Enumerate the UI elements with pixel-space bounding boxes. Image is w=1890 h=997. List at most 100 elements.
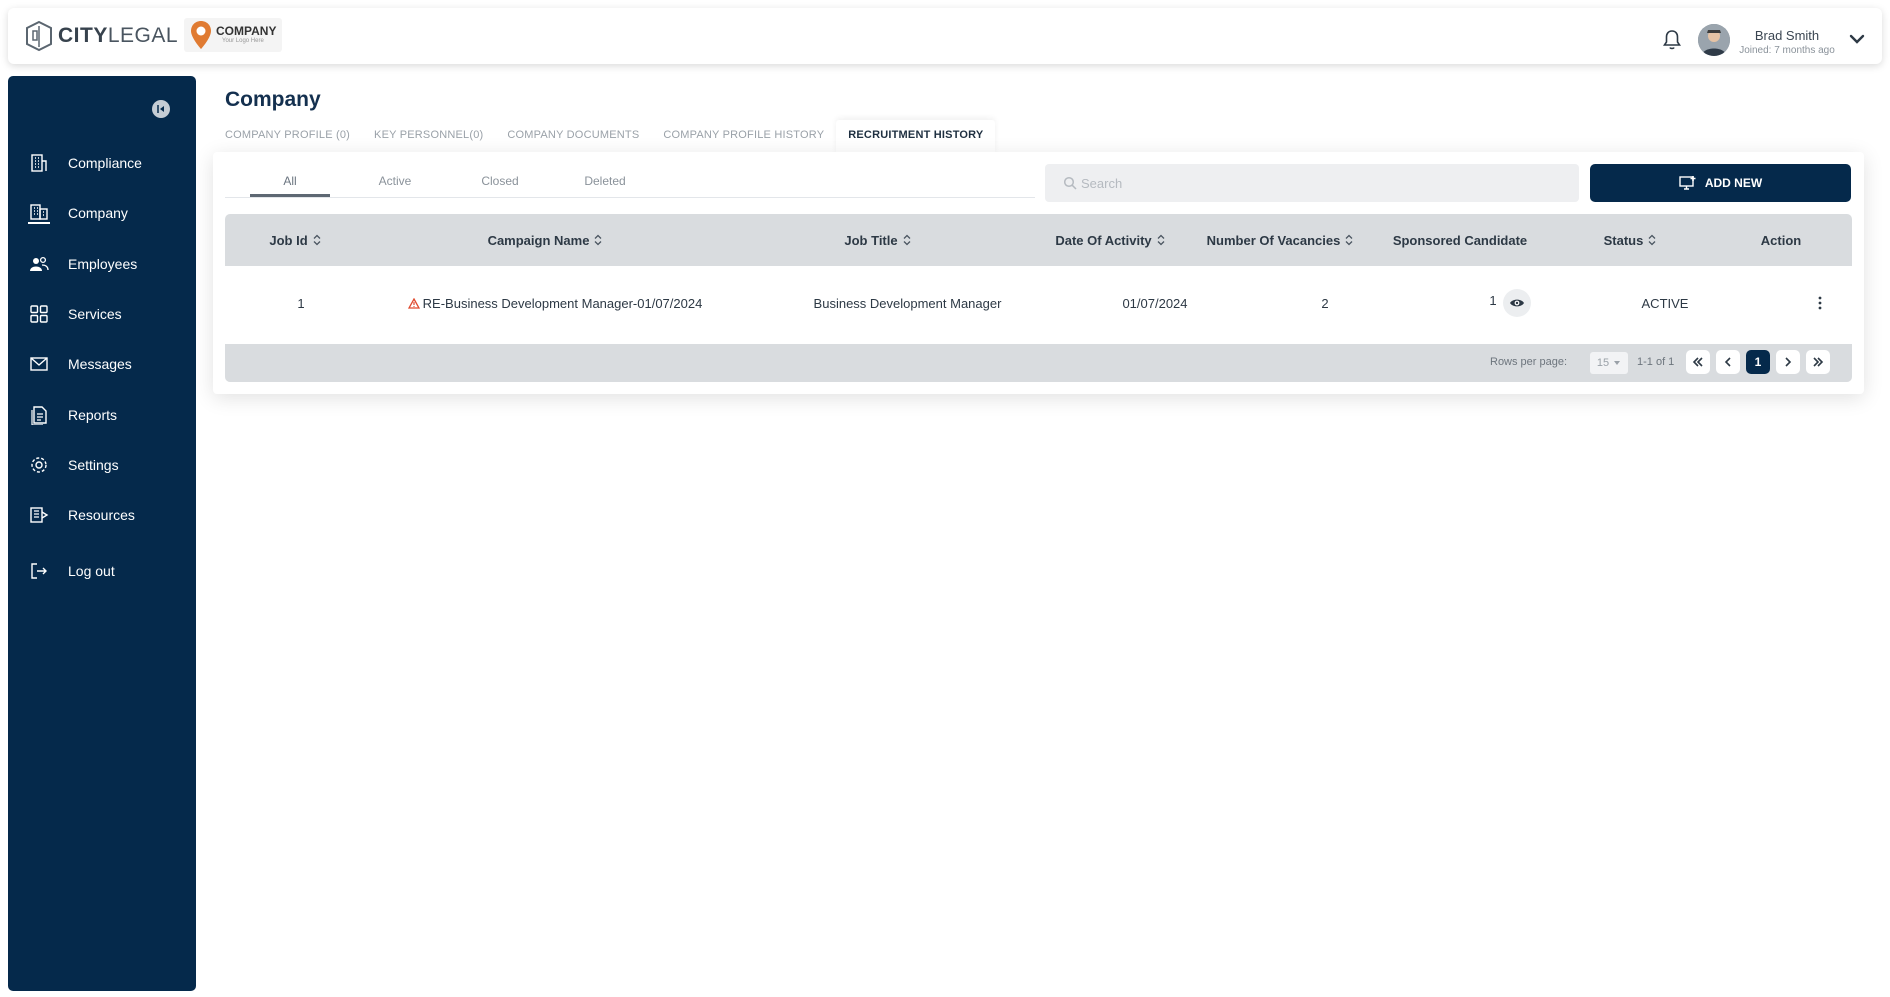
tab-key-personnel[interactable]: KEY PERSONNEL(0) bbox=[362, 120, 495, 154]
top-bar: CITYLEGAL COMPANY Your Logo Here Brad Sm… bbox=[8, 8, 1882, 64]
search-icon bbox=[1063, 176, 1077, 190]
col-sponsored-candidate: Sponsored Candidate bbox=[1370, 214, 1550, 266]
sidebar-item-label: Employees bbox=[68, 256, 138, 272]
kebab-menu-icon bbox=[1818, 296, 1822, 310]
collapse-sidebar-button[interactable] bbox=[152, 100, 170, 118]
chevron-left-icon bbox=[1724, 357, 1731, 367]
filter-active[interactable]: Active bbox=[355, 166, 435, 197]
sidebar-item-label: Messages bbox=[68, 356, 132, 372]
sidebar-item-logout[interactable]: Log out bbox=[28, 558, 115, 584]
citylegal-logo[interactable]: CITYLEGAL bbox=[24, 16, 178, 56]
company-logo: COMPANY Your Logo Here bbox=[184, 18, 283, 52]
cell-campaign-name[interactable]: RE-Business Development Manager-01/07/20… bbox=[365, 266, 745, 340]
tab-company-profile[interactable]: COMPANY PROFILE (0) bbox=[213, 120, 362, 154]
add-screen-icon bbox=[1679, 176, 1696, 190]
tab-bar: COMPANY PROFILE (0) KEY PERSONNEL(0) COM… bbox=[213, 120, 996, 154]
eye-icon bbox=[1509, 299, 1524, 307]
rows-per-page-label: Rows per page: bbox=[1490, 356, 1568, 368]
col-action: Action bbox=[1710, 214, 1852, 266]
col-number-of-vacancies-label: Number Of Vacancies bbox=[1206, 232, 1341, 248]
chevron-down-icon[interactable] bbox=[1848, 30, 1866, 48]
sort-icon bbox=[903, 234, 911, 246]
sidebar: Compliance Company Employees Services Me… bbox=[8, 76, 196, 991]
filter-closed[interactable]: Closed bbox=[460, 166, 540, 197]
last-page-button[interactable] bbox=[1806, 350, 1830, 374]
user-name: Brad Smith bbox=[1754, 28, 1820, 43]
table-row[interactable]: 1 RE-Business Development Manager-01/07/… bbox=[225, 266, 1852, 340]
gear-icon bbox=[28, 454, 50, 476]
col-job-id-label: Job Id bbox=[269, 232, 308, 248]
recruitment-history-panel: All Active Closed Deleted ADD NEW Job Id… bbox=[213, 152, 1864, 394]
employees-icon bbox=[28, 253, 50, 275]
brand-name: CITYLEGAL bbox=[58, 24, 179, 47]
add-new-label: ADD NEW bbox=[1704, 176, 1763, 190]
next-page-button[interactable] bbox=[1776, 350, 1800, 374]
sidebar-item-settings[interactable]: Settings bbox=[28, 452, 119, 478]
rows-per-page-select[interactable]: 15 bbox=[1590, 352, 1628, 374]
sidebar-item-reports[interactable]: Reports bbox=[28, 402, 117, 428]
col-job-title[interactable]: Job Title bbox=[725, 214, 1030, 266]
pagination-range: 1-1 of 1 bbox=[1637, 356, 1675, 368]
company-buildings-icon bbox=[28, 202, 50, 224]
sidebar-item-label: Company bbox=[68, 205, 128, 221]
table-footer: Rows per page: 15 1-1 of 1 1 bbox=[225, 344, 1852, 382]
page-title: Company bbox=[225, 88, 321, 111]
location-pin-icon bbox=[191, 21, 211, 49]
tab-company-profile-history[interactable]: COMPANY PROFILE HISTORY bbox=[651, 120, 836, 154]
previous-page-button[interactable] bbox=[1716, 350, 1740, 374]
col-job-title-label: Job Title bbox=[844, 232, 898, 248]
chevron-right-icon bbox=[1785, 357, 1792, 367]
logout-icon bbox=[28, 560, 50, 582]
notification-bell-icon[interactable] bbox=[1660, 28, 1684, 52]
col-status[interactable]: Status bbox=[1550, 214, 1710, 266]
company-logo-tagline: Your Logo Here bbox=[222, 38, 264, 44]
sidebar-item-compliance[interactable]: Compliance bbox=[28, 150, 142, 176]
sidebar-item-resources[interactable]: Resources bbox=[28, 502, 135, 528]
tab-company-documents[interactable]: COMPANY DOCUMENTS bbox=[495, 120, 651, 154]
page-1-button[interactable]: 1 bbox=[1746, 350, 1770, 374]
sort-icon bbox=[1157, 234, 1165, 246]
sort-icon bbox=[1345, 234, 1353, 246]
add-new-button[interactable]: ADD NEW bbox=[1590, 164, 1851, 202]
sort-icon bbox=[594, 234, 602, 246]
col-campaign-name[interactable]: Campaign Name bbox=[365, 214, 725, 266]
sponsored-count: 1 bbox=[1489, 292, 1497, 308]
sidebar-item-messages[interactable]: Messages bbox=[28, 351, 132, 377]
campaign-name-text: RE-Business Development Manager-01/07/20… bbox=[422, 295, 703, 311]
tab-recruitment-history[interactable]: RECRUITMENT HISTORY bbox=[836, 120, 996, 154]
filter-all[interactable]: All bbox=[250, 166, 330, 197]
double-chevron-left-icon bbox=[1692, 357, 1703, 367]
filter-deleted[interactable]: Deleted bbox=[565, 166, 645, 197]
table-header: Job Id Campaign Name Job Title Date Of A… bbox=[225, 214, 1852, 266]
citylegal-logo-icon bbox=[26, 20, 52, 52]
search-input[interactable] bbox=[1081, 175, 1561, 191]
col-date-of-activity-label: Date Of Activity bbox=[1055, 232, 1152, 248]
sidebar-item-company[interactable]: Company bbox=[28, 200, 128, 226]
status-filter-tabs: All Active Closed Deleted bbox=[225, 166, 1035, 198]
sidebar-item-label: Services bbox=[68, 306, 122, 322]
caret-down-icon bbox=[1614, 361, 1621, 365]
sidebar-item-employees[interactable]: Employees bbox=[28, 251, 137, 277]
col-action-label: Action bbox=[1760, 232, 1802, 248]
reports-doc-icon bbox=[28, 404, 50, 426]
col-job-id[interactable]: Job Id bbox=[225, 214, 365, 266]
col-date-of-activity[interactable]: Date Of Activity bbox=[1030, 214, 1190, 266]
user-joined: Joined: 7 months ago bbox=[1739, 45, 1835, 56]
row-actions-menu[interactable] bbox=[1710, 266, 1890, 340]
cell-job-id: 1 bbox=[297, 295, 305, 311]
search-box bbox=[1045, 164, 1579, 202]
sidebar-item-label: Compliance bbox=[68, 155, 142, 171]
resources-icon bbox=[28, 504, 50, 526]
avatar-image bbox=[1698, 24, 1730, 56]
view-sponsored-button[interactable] bbox=[1502, 289, 1531, 317]
col-status-label: Status bbox=[1603, 232, 1644, 248]
first-page-button[interactable] bbox=[1686, 350, 1710, 374]
sidebar-item-label: Resources bbox=[68, 507, 135, 523]
sort-icon bbox=[313, 234, 321, 246]
compliance-building-icon bbox=[28, 152, 50, 174]
sidebar-item-services[interactable]: Services bbox=[28, 301, 122, 327]
col-number-of-vacancies[interactable]: Number Of Vacancies bbox=[1190, 214, 1370, 266]
sidebar-item-label: Log out bbox=[68, 563, 115, 579]
user-avatar[interactable] bbox=[1698, 24, 1730, 56]
sort-icon bbox=[1648, 234, 1656, 246]
